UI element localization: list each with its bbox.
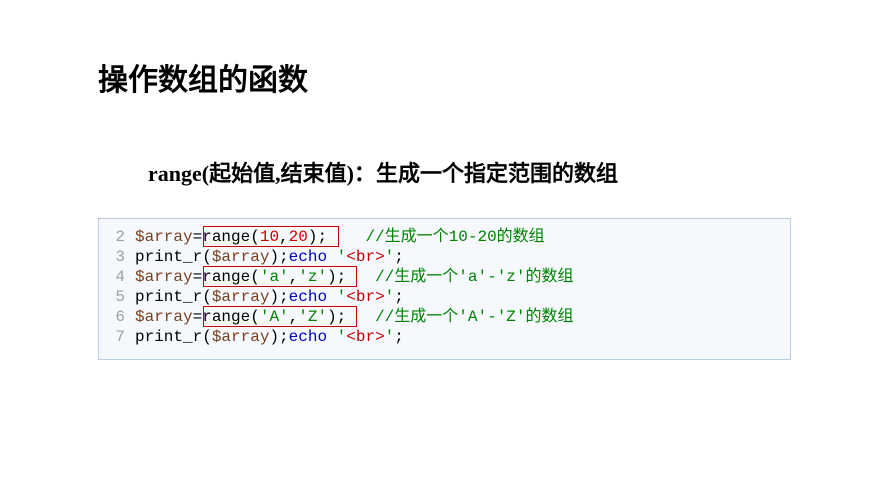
- code-token: ': [337, 328, 347, 346]
- function-signature: range(起始值,结束值): [148, 161, 354, 186]
- code-token: $array: [212, 248, 270, 266]
- code-content: $array=range('a','z'); //生成一个'a'-'z'的数组: [135, 267, 790, 287]
- code-token: ,: [289, 308, 299, 326]
- code-token: $array: [212, 288, 270, 306]
- line-number: 2: [99, 227, 135, 247]
- code-token: );: [269, 288, 288, 306]
- code-token: );: [308, 228, 327, 246]
- code-line: 6$array=range('A','Z'); //生成一个'A'-'Z'的数组: [99, 307, 790, 327]
- code-content: print_r($array);echo '<br>';: [135, 327, 790, 347]
- code-token: $array: [135, 268, 193, 286]
- line-number: 6: [99, 307, 135, 327]
- code-token: //生成一个'a'-'z'的数组: [375, 268, 573, 286]
- code-token: [327, 228, 365, 246]
- code-token: ': [385, 248, 395, 266]
- code-token: print_r: [135, 328, 202, 346]
- code-line: 3print_r($array);echo '<br>';: [99, 247, 790, 267]
- code-token: [327, 328, 337, 346]
- code-token: =: [193, 228, 203, 246]
- code-token: ': [337, 248, 347, 266]
- code-token: range: [202, 308, 250, 326]
- section-subheading: range(起始值,结束值)：生成一个指定范围的数组: [148, 156, 618, 188]
- code-line: 7print_r($array);echo '<br>';: [99, 327, 790, 347]
- code-token: <br>: [346, 288, 384, 306]
- code-token: [327, 288, 337, 306]
- line-number: 5: [99, 287, 135, 307]
- code-token: 'A': [260, 308, 289, 326]
- function-description: 生成一个指定范围的数组: [376, 161, 618, 186]
- code-content: $array=range(10,20); //生成一个10-20的数组: [135, 227, 790, 247]
- code-token: range: [202, 228, 250, 246]
- code-token: $array: [135, 228, 193, 246]
- code-line: 2$array=range(10,20); //生成一个10-20的数组: [99, 227, 790, 247]
- code-token: (: [250, 308, 260, 326]
- code-content: print_r($array);echo '<br>';: [135, 247, 790, 267]
- code-token: 'a': [260, 268, 289, 286]
- code-content: print_r($array);echo '<br>';: [135, 287, 790, 307]
- code-token: $array: [212, 328, 270, 346]
- code-token: [346, 308, 375, 326]
- separator: ：: [354, 161, 376, 186]
- code-token: ': [337, 288, 347, 306]
- code-token: (: [202, 248, 212, 266]
- code-token: [346, 268, 375, 286]
- page-heading: 操作数组的函数: [98, 55, 308, 99]
- code-line: 5print_r($array);echo '<br>';: [99, 287, 790, 307]
- code-token: <br>: [346, 248, 384, 266]
- code-block: 2$array=range(10,20); //生成一个10-20的数组3pri…: [98, 218, 791, 360]
- code-token: [327, 248, 337, 266]
- code-token: <br>: [346, 328, 384, 346]
- code-token: );: [269, 328, 288, 346]
- code-token: (: [202, 328, 212, 346]
- code-token: //生成一个10-20的数组: [365, 228, 544, 246]
- code-token: (: [250, 228, 260, 246]
- code-line: 4$array=range('a','z'); //生成一个'a'-'z'的数组: [99, 267, 790, 287]
- code-token: print_r: [135, 248, 202, 266]
- code-token: ;: [394, 328, 404, 346]
- code-token: ;: [394, 288, 404, 306]
- code-token: ;: [394, 248, 404, 266]
- code-token: );: [327, 308, 346, 326]
- code-token: 'z': [298, 268, 327, 286]
- code-token: print_r: [135, 288, 202, 306]
- code-token: =: [193, 268, 203, 286]
- code-token: );: [327, 268, 346, 286]
- line-number: 3: [99, 247, 135, 267]
- code-token: ': [385, 328, 395, 346]
- code-token: $array: [135, 308, 193, 326]
- code-token: //生成一个'A'-'Z'的数组: [375, 308, 573, 326]
- code-token: (: [250, 268, 260, 286]
- code-token: range: [202, 268, 250, 286]
- code-token: 'Z': [298, 308, 327, 326]
- code-token: ,: [279, 228, 289, 246]
- code-token: ,: [289, 268, 299, 286]
- code-token: =: [193, 308, 203, 326]
- line-number: 4: [99, 267, 135, 287]
- code-content: $array=range('A','Z'); //生成一个'A'-'Z'的数组: [135, 307, 790, 327]
- code-token: echo: [289, 248, 327, 266]
- code-token: 20: [289, 228, 308, 246]
- code-token: (: [202, 288, 212, 306]
- code-token: );: [269, 248, 288, 266]
- line-number: 7: [99, 327, 135, 347]
- code-token: 10: [260, 228, 279, 246]
- code-token: ': [385, 288, 395, 306]
- code-token: echo: [289, 288, 327, 306]
- code-token: echo: [289, 328, 327, 346]
